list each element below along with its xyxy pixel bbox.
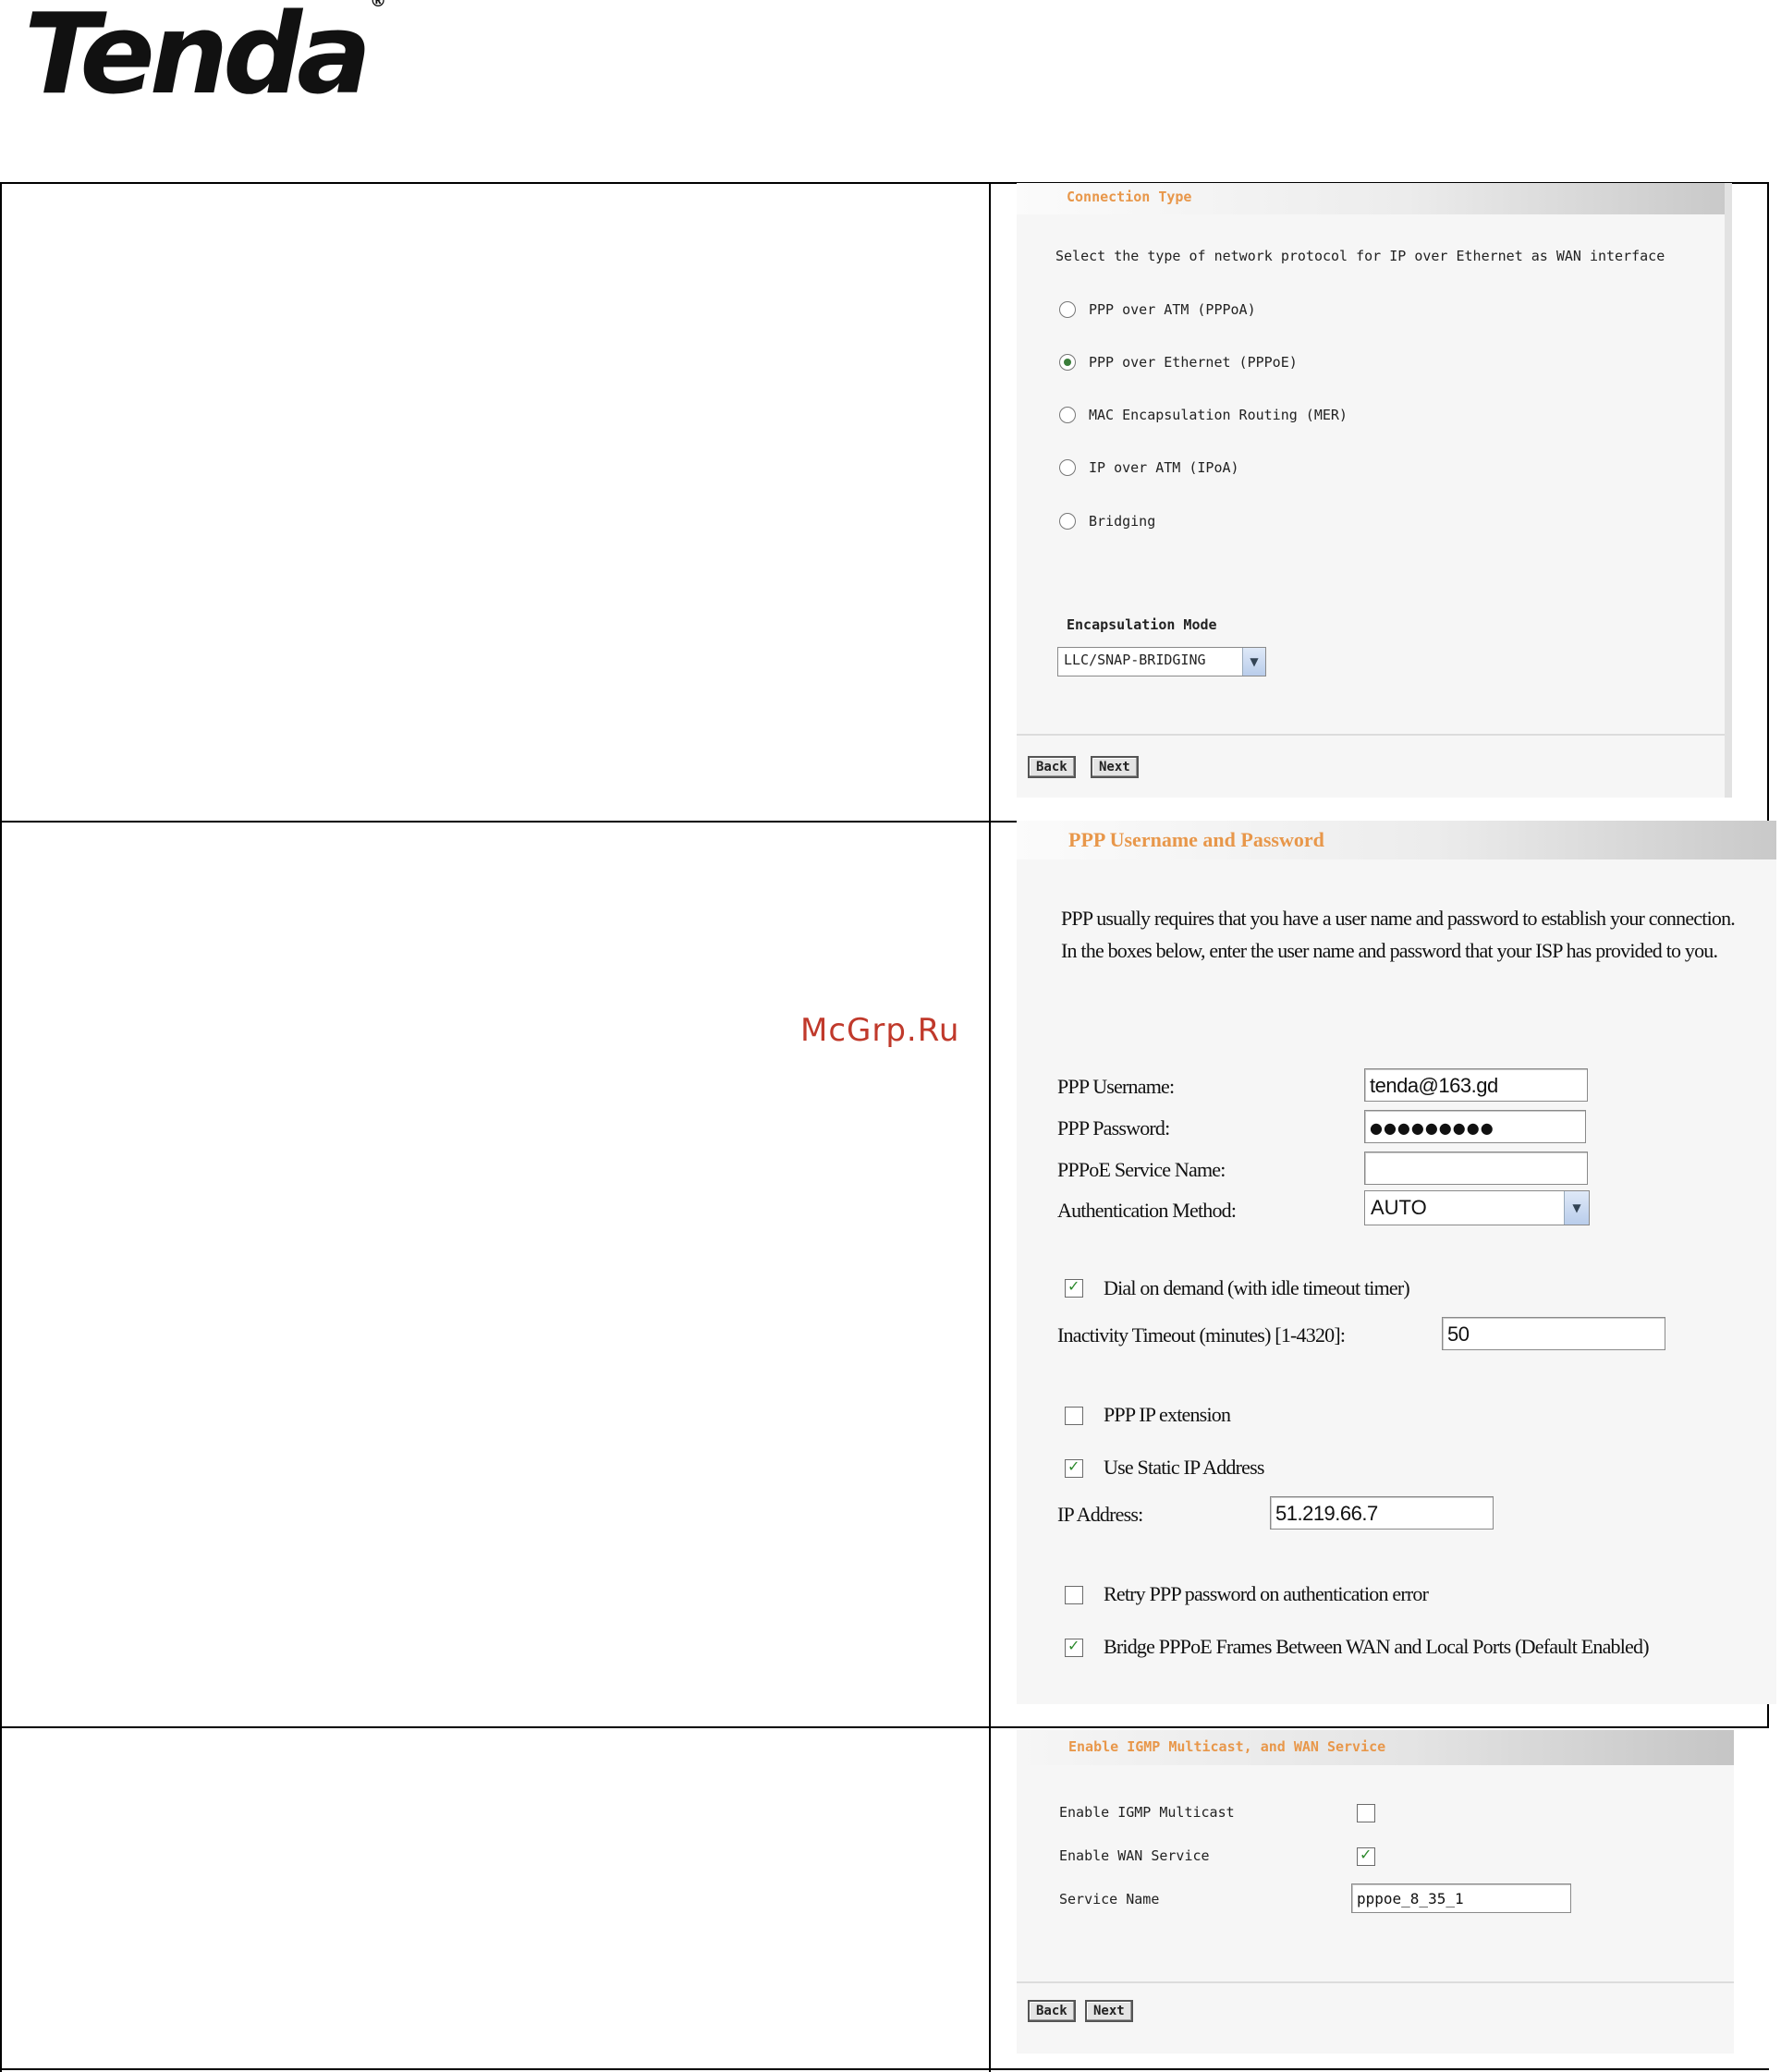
bridge-pppoe-label: Bridge PPPoE Frames Between WAN and Loca…	[1104, 1635, 1650, 1658]
enable-igmp-checkbox[interactable]	[1357, 1804, 1375, 1822]
service-name-label: Service Name	[1059, 1891, 1160, 1907]
use-static-ip-label: Use Static IP Address	[1104, 1456, 1264, 1479]
radio-option-bridging[interactable]: Bridging	[1059, 511, 1155, 531]
select-value: LLC/SNAP-BRIDGING	[1064, 652, 1206, 668]
retry-password-checkbox[interactable]	[1065, 1586, 1083, 1604]
ppp-ip-extension-checkbox[interactable]	[1065, 1407, 1083, 1425]
table-border-bottom	[0, 2068, 1769, 2070]
radio-button-selected[interactable]	[1059, 354, 1076, 371]
input-value: 51.219.66.7	[1275, 1502, 1378, 1525]
authentication-method-label: Authentication Method:	[1057, 1199, 1237, 1222]
ppp-ip-extension-label: PPP IP extension	[1104, 1403, 1231, 1426]
chevron-down-icon[interactable]: ▼	[1242, 648, 1265, 676]
encapsulation-mode-select[interactable]: LLC/SNAP-BRIDGING ▼	[1057, 647, 1266, 676]
next-button[interactable]: Next	[1091, 756, 1139, 778]
encapsulation-mode-label: Encapsulation Mode	[1067, 616, 1217, 633]
radio-label: MAC Encapsulation Routing (MER)	[1089, 407, 1348, 423]
registered-mark: ®	[370, 0, 387, 11]
radio-button[interactable]	[1059, 407, 1076, 423]
inactivity-timeout-input[interactable]: 50	[1442, 1317, 1665, 1350]
input-value: ●●●●●●●●●	[1370, 1119, 1494, 1137]
select-value: AUTO	[1371, 1196, 1427, 1219]
watermark: McGrp.Ru	[800, 1012, 960, 1049]
input-value: pppoe_8_35_1	[1357, 1890, 1464, 1907]
next-button[interactable]: Next	[1085, 2000, 1133, 2022]
use-static-ip-checkbox[interactable]	[1065, 1457, 1083, 1478]
radio-option-mer[interactable]: MAC Encapsulation Routing (MER)	[1059, 405, 1348, 425]
radio-button[interactable]	[1059, 301, 1076, 318]
radio-option-pppoe[interactable]: PPP over Ethernet (PPPoE)	[1059, 352, 1298, 372]
table-column-divider	[989, 182, 991, 2072]
radio-button[interactable]	[1059, 459, 1076, 476]
divider	[1017, 734, 1725, 736]
ip-address-label: IP Address:	[1057, 1503, 1143, 1526]
retry-password-label: Retry PPP password on authentication err…	[1104, 1582, 1429, 1605]
input-value: 50	[1447, 1322, 1470, 1346]
radio-label: Bridging	[1089, 513, 1156, 530]
radio-label: PPP over Ethernet (PPPoE)	[1089, 354, 1298, 371]
chevron-down-icon[interactable]: ▼	[1564, 1191, 1589, 1225]
dial-on-demand-checkbox[interactable]	[1065, 1277, 1083, 1298]
ppp-description: PPP usually requires that you have a use…	[1061, 907, 1736, 962]
panel-title: Connection Type	[1067, 189, 1192, 205]
radio-button[interactable]	[1059, 513, 1076, 530]
panel-title: PPP Username and Password	[1068, 828, 1324, 851]
ppp-password-input[interactable]: ●●●●●●●●●	[1364, 1110, 1586, 1143]
pppoe-service-name-input[interactable]	[1364, 1152, 1588, 1185]
ppp-password-label: PPP Password:	[1057, 1116, 1170, 1140]
panel-header: Enable IGMP Multicast, and WAN Service	[1017, 1730, 1734, 1765]
radio-option-pppoa[interactable]: PPP over ATM (PPPoA)	[1059, 299, 1256, 320]
radio-label: IP over ATM (IPoA)	[1089, 459, 1239, 476]
wan-service-panel: Enable IGMP Multicast, and WAN Service E…	[1017, 1730, 1734, 2054]
divider	[1017, 1981, 1734, 1983]
panel-title: Enable IGMP Multicast, and WAN Service	[1068, 1738, 1386, 1755]
ppp-username-label: PPP Username:	[1057, 1075, 1175, 1098]
dial-on-demand-label: Dial on demand (with idle timeout timer)	[1104, 1276, 1410, 1299]
back-button[interactable]: Back	[1028, 2000, 1076, 2022]
input-value: tenda@163.gd	[1370, 1074, 1498, 1097]
tenda-logo: Tenda ®	[24, 0, 387, 119]
authentication-method-select[interactable]: AUTO ▼	[1364, 1190, 1590, 1225]
bridge-pppoe-checkbox[interactable]	[1065, 1637, 1083, 1657]
connection-type-intro: Select the type of network protocol for …	[1055, 248, 1665, 264]
ppp-username-input[interactable]: tenda@163.gd	[1364, 1068, 1588, 1102]
service-name-input[interactable]: pppoe_8_35_1	[1351, 1883, 1571, 1913]
table-row-divider	[0, 1726, 1769, 1728]
table-border-left	[0, 182, 2, 2072]
inactivity-timeout-label: Inactivity Timeout (minutes) [1-4320]:	[1057, 1323, 1346, 1347]
enable-wan-service-checkbox[interactable]	[1357, 1846, 1375, 1866]
panel-header: PPP Username and Password	[1017, 821, 1776, 859]
back-button[interactable]: Back	[1028, 756, 1076, 778]
pppoe-service-name-label: PPPoE Service Name:	[1057, 1158, 1226, 1181]
radio-label: PPP over ATM (PPPoA)	[1089, 301, 1256, 318]
connection-type-panel: Connection Type Select the type of netwo…	[1017, 183, 1732, 798]
enable-wan-service-label: Enable WAN Service	[1059, 1847, 1210, 1864]
ip-address-input[interactable]: 51.219.66.7	[1270, 1496, 1494, 1530]
logo-text: Tenda	[24, 0, 372, 119]
ppp-credentials-panel: PPP Username and Password PPP usually re…	[1017, 821, 1776, 1704]
panel-header: Connection Type	[1017, 183, 1725, 214]
enable-igmp-label: Enable IGMP Multicast	[1059, 1804, 1235, 1821]
radio-option-ipoa[interactable]: IP over ATM (IPoA)	[1059, 457, 1239, 478]
